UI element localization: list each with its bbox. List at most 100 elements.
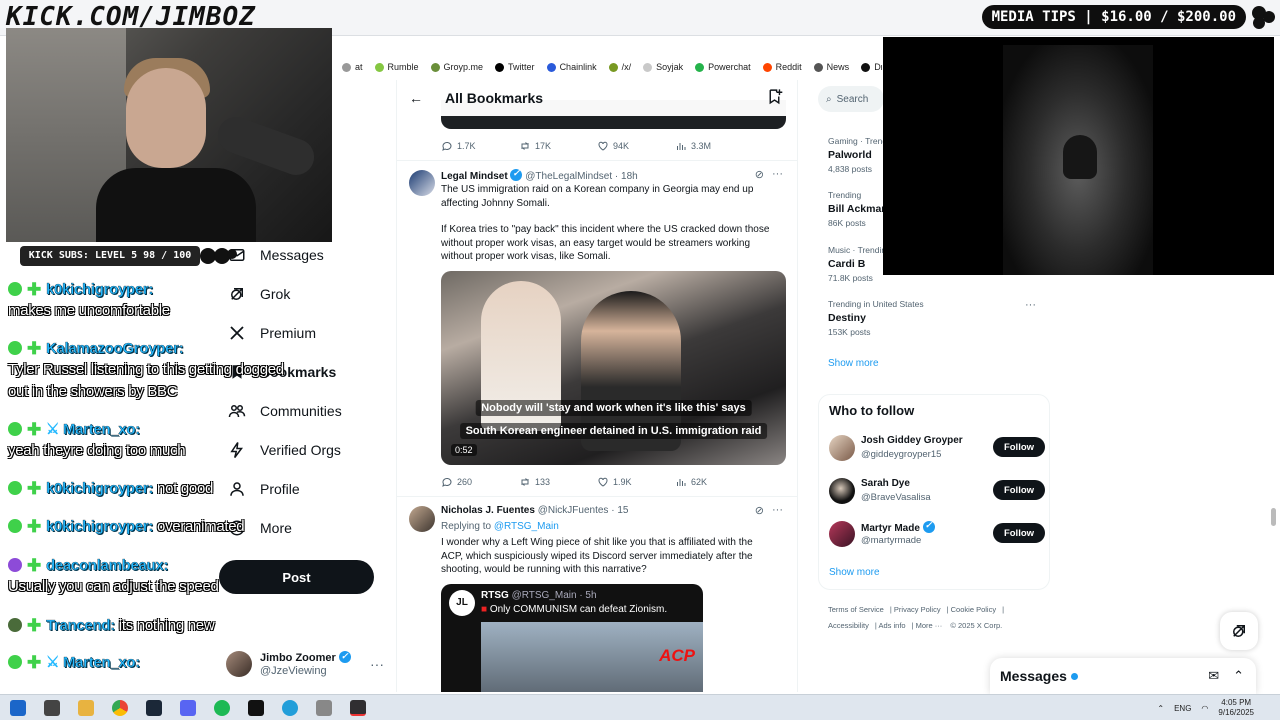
reply-button[interactable]: 260 bbox=[441, 476, 519, 488]
bookmark-link[interactable]: Chainlink bbox=[546, 62, 597, 72]
more-dots-icon[interactable]: ··· bbox=[1025, 299, 1036, 311]
trend-category: Trending in United States bbox=[828, 299, 924, 309]
language-indicator[interactable]: ENG bbox=[1174, 704, 1191, 713]
spotify-icon[interactable] bbox=[214, 699, 230, 716]
bookmark-link[interactable]: Groyp.me bbox=[430, 62, 483, 72]
bookmark-link[interactable]: Twitter bbox=[495, 62, 535, 72]
site-favicon-icon bbox=[861, 62, 871, 72]
tips-icon bbox=[1252, 6, 1275, 29]
footer-link[interactable]: More ··· bbox=[916, 621, 943, 630]
suggestion-name: Josh Giddey Groyper bbox=[861, 435, 963, 446]
replying-to-link[interactable]: @RTSG_Main bbox=[494, 521, 559, 532]
avatar[interactable] bbox=[829, 478, 855, 504]
bookmark-link[interactable]: News bbox=[813, 62, 849, 72]
tweet-header: Legal Mindset @TheLegalMindset · 18h bbox=[441, 168, 638, 182]
bookmark-link[interactable]: Reddit bbox=[762, 62, 802, 72]
bookmark-link[interactable]: Powerchat bbox=[695, 62, 751, 72]
grok-icon[interactable]: ⊘ bbox=[755, 504, 764, 517]
site-favicon-icon bbox=[643, 62, 653, 72]
nav-communities[interactable]: Communities bbox=[228, 402, 342, 420]
like-button[interactable]: 1.9K bbox=[597, 476, 675, 488]
follow-suggestion[interactable]: Martyr Made @martyrmade Follow bbox=[829, 519, 1045, 549]
trend-item[interactable]: Trending in United States Destiny 153K p… bbox=[828, 299, 1042, 337]
follow-suggestion[interactable]: Josh Giddey Groyper @giddeygroyper15 Fol… bbox=[829, 433, 1045, 463]
bookmarks-timeline[interactable]: ← All Bookmarks 1.7K 17K 94K 3.3M Legal … bbox=[396, 80, 798, 692]
author-name[interactable]: Legal Mindset bbox=[441, 171, 508, 182]
expand-up-icon[interactable]: ⌃ bbox=[1233, 668, 1244, 684]
follow-button[interactable]: Follow bbox=[993, 437, 1045, 457]
bookmark-link[interactable]: Drudge bbox=[861, 62, 882, 72]
follow-suggestion[interactable]: Sarah Dye @BraveVasalisa Follow bbox=[829, 476, 1045, 506]
tweet-video[interactable]: Nobody will 'stay and work when it's lik… bbox=[441, 271, 786, 465]
nav-verified-orgs[interactable]: Verified Orgs bbox=[228, 441, 341, 459]
footer-link[interactable]: Accessibility bbox=[828, 621, 869, 630]
obs-icon[interactable] bbox=[350, 699, 366, 716]
bookmark-link[interactable]: Rumble bbox=[374, 62, 419, 72]
page-scrollbar[interactable] bbox=[1271, 508, 1276, 526]
windows-start-icon[interactable] bbox=[10, 699, 26, 716]
repost-count: 17K bbox=[535, 141, 552, 151]
more-dots-icon[interactable]: ··· bbox=[772, 168, 783, 181]
grok-float-button[interactable] bbox=[1220, 612, 1258, 650]
reply-icon bbox=[442, 141, 452, 151]
bookmark-link[interactable]: at bbox=[342, 62, 363, 72]
repost-button[interactable]: 17K bbox=[519, 140, 597, 152]
video-frame-person bbox=[1063, 135, 1097, 179]
nav-premium[interactable]: Premium bbox=[228, 324, 316, 342]
back-arrow-icon[interactable]: ← bbox=[409, 90, 423, 106]
show-more-trends-link[interactable]: Show more bbox=[828, 358, 879, 369]
task-view-icon[interactable] bbox=[44, 699, 60, 716]
nav-grok-label: Grok bbox=[260, 286, 291, 302]
chevron-up-icon[interactable]: ⌃ bbox=[1157, 704, 1164, 713]
add-folder-icon[interactable] bbox=[766, 88, 783, 110]
avatar[interactable] bbox=[829, 435, 855, 461]
wifi-icon[interactable]: ◠ bbox=[1201, 704, 1208, 713]
grok-icon[interactable]: ⊘ bbox=[755, 168, 764, 181]
terminal-icon[interactable] bbox=[248, 699, 264, 716]
app-icon[interactable] bbox=[316, 699, 332, 716]
new-message-icon[interactable]: ✉ bbox=[1208, 668, 1219, 684]
reply-button[interactable]: 1.7K bbox=[441, 140, 519, 152]
follow-button[interactable]: Follow bbox=[993, 523, 1045, 543]
repost-button[interactable]: 133 bbox=[519, 476, 597, 488]
views-button[interactable]: 3.3M bbox=[675, 140, 753, 152]
nav-messages[interactable]: Messages bbox=[228, 246, 324, 264]
avatar[interactable] bbox=[829, 521, 855, 547]
more-dots-icon[interactable]: ··· bbox=[772, 504, 783, 517]
like-button[interactable]: 94K bbox=[597, 140, 675, 152]
quote-text: ■ Only COMMUNISM can defeat Zionism. bbox=[481, 604, 667, 615]
suggestion-name: Sarah Dye bbox=[861, 478, 910, 489]
search-input[interactable]: ⌕ Search bbox=[818, 86, 884, 112]
file-explorer-icon[interactable] bbox=[78, 699, 94, 716]
chat-badge-icon bbox=[8, 558, 22, 572]
account-switcher[interactable]: Jimbo Zoomer @JzeViewing ··· bbox=[226, 648, 388, 680]
chat-text: Usually you can adjust the speed bbox=[8, 578, 219, 595]
system-clock[interactable]: 4:05 PM 9/16/2025 bbox=[1218, 698, 1254, 718]
author-name[interactable]: Nicholas J. Fuentes bbox=[441, 505, 535, 516]
discord-icon[interactable] bbox=[180, 699, 196, 716]
quoted-tweet[interactable]: JL RTSG @RTSG_Main · 5h ■ Only COMMUNISM… bbox=[441, 584, 703, 692]
messages-drawer[interactable]: Messages ✉ ⌃ bbox=[990, 658, 1256, 694]
follow-button[interactable]: Follow bbox=[993, 480, 1045, 500]
telegram-icon[interactable] bbox=[282, 699, 298, 716]
footer-link[interactable]: Ads info bbox=[878, 621, 905, 630]
nav-profile[interactable]: Profile bbox=[228, 480, 300, 498]
nav-grok[interactable]: Grok bbox=[228, 285, 290, 303]
more-dots-icon[interactable]: ··· bbox=[370, 656, 384, 672]
footer-link[interactable]: Cookie Policy bbox=[951, 605, 996, 614]
post-button[interactable]: Post bbox=[219, 560, 374, 594]
steam-icon[interactable] bbox=[146, 699, 162, 716]
bookmark-link[interactable]: Soyjak bbox=[643, 62, 683, 72]
show-more-follow-link[interactable]: Show more bbox=[829, 567, 880, 578]
bookmark-link[interactable]: /x/ bbox=[608, 62, 632, 72]
avatar[interactable] bbox=[409, 170, 435, 196]
video-frame bbox=[1003, 45, 1153, 275]
tweet-legal-mindset[interactable]: Legal Mindset @TheLegalMindset · 18h ⊘ ·… bbox=[397, 166, 797, 496]
picture-in-picture-video[interactable] bbox=[883, 37, 1274, 275]
footer-link[interactable]: Privacy Policy bbox=[894, 605, 941, 614]
chrome-icon[interactable] bbox=[112, 699, 128, 716]
bookmark-label: /x/ bbox=[621, 62, 632, 72]
avatar[interactable] bbox=[409, 506, 435, 532]
views-button[interactable]: 62K bbox=[675, 476, 753, 488]
footer-link[interactable]: Terms of Service bbox=[828, 605, 884, 614]
